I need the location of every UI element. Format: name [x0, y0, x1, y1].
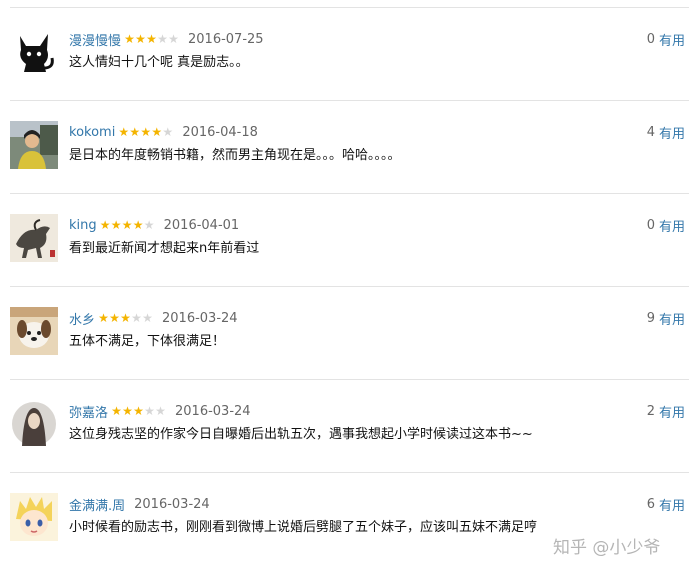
review-meta: 水乡 ★ ★ ★ ★ ★ 2016-03-24 — [69, 308, 238, 328]
useful-button[interactable]: 有用 — [659, 309, 685, 328]
useful-count: 4 — [646, 124, 655, 140]
review-date: 2016-04-01 — [163, 217, 240, 233]
review-content: 这人情妇十几个呢 真是励志。。 — [69, 55, 249, 70]
useful-vote: 9 有用 — [647, 308, 685, 328]
review-content: 五体不满足，下体很满足！ — [69, 334, 226, 349]
star-rating: ★ ★ ★ ★ ★ — [98, 312, 153, 324]
review-meta: 金满满.周 2016-03-24 — [69, 494, 210, 514]
useful-vote: 4 有用 — [647, 122, 685, 142]
review-date: 2016-03-24 — [134, 496, 210, 512]
useful-count: 6 — [646, 496, 655, 512]
review-meta: king ★ ★ ★ ★ ★ 2016-04-01 — [69, 215, 239, 235]
star-rating: ★ ★ ★ ★ ★ — [111, 405, 166, 417]
review-date: 2016-07-25 — [188, 31, 264, 47]
username-link[interactable]: 弥嘉洛 — [69, 402, 108, 421]
star-icon: ★ — [135, 32, 146, 46]
useful-button[interactable]: 有用 — [659, 402, 685, 421]
ink-horse-painting-avatar-icon — [10, 214, 58, 262]
review-content: 看到最近新闻才想起来n年前看过 — [69, 241, 260, 256]
star-icon: ★ — [140, 125, 152, 139]
useful-button[interactable]: 有用 — [659, 495, 685, 514]
avatar[interactable] — [10, 400, 58, 448]
useful-button[interactable]: 有用 — [659, 30, 685, 49]
avatar[interactable] — [10, 121, 58, 169]
review-item: king ★ ★ ★ ★ ★ 2016-04-01 看到最近新闻才想起来n年前看过 0 … — [10, 193, 689, 287]
star-icon: ★ — [110, 218, 122, 232]
review-meta: kokomi ★ ★ ★ ★ ★ 2016-04-18 — [69, 122, 258, 142]
review-item: 弥嘉洛 ★ ★ ★ ★ ★ 2016-03-24 这位身残志坚的作家今日自曝婚后出轨五次… — [10, 379, 689, 473]
star-icon: ★ — [132, 218, 144, 232]
star-icon: ★ — [98, 311, 109, 325]
star-icon: ★ — [129, 125, 141, 139]
star-icon: ★ — [142, 311, 153, 325]
cartoon-dog-avatar-icon — [10, 307, 58, 355]
anime-character-avatar-icon — [10, 493, 58, 541]
star-rating: ★ ★ ★ ★ ★ — [124, 33, 179, 45]
star-icon: ★ — [155, 404, 166, 418]
review-meta: 弥嘉洛 ★ ★ ★ ★ ★ 2016-03-24 — [69, 401, 251, 421]
review-date: 2016-04-18 — [182, 124, 258, 140]
star-icon: ★ — [120, 311, 131, 325]
review-content: 是日本的年度畅销书籍，然而男主角现在是。。。哈哈。。。。 — [69, 148, 401, 163]
black-cat-avatar-icon — [10, 28, 58, 76]
avatar[interactable] — [10, 214, 58, 262]
star-icon: ★ — [162, 125, 174, 139]
review-content: 这位身残志坚的作家今日自曝婚后出轨五次，遇事我想起小学时候读过这本书~~ — [69, 427, 533, 442]
portrait-avatar-icon — [10, 400, 58, 448]
username-link[interactable]: king — [69, 218, 97, 233]
useful-vote: 0 有用 — [647, 29, 685, 49]
star-icon: ★ — [124, 32, 135, 46]
review-item: 水乡 ★ ★ ★ ★ ★ 2016-03-24 五体不满足，下体很满足！ 9 有用 — [10, 286, 689, 380]
star-icon: ★ — [131, 311, 142, 325]
username-link[interactable]: 漫漫慢慢 — [69, 30, 121, 49]
review-content: 小时候看的励志书，刚刚看到微博上说婚后劈腿了五个妹子，应该叫五妹不满足哼 — [69, 520, 538, 535]
star-icon: ★ — [122, 404, 133, 418]
avatar[interactable] — [10, 28, 58, 76]
star-icon: ★ — [121, 218, 133, 232]
username-link[interactable]: 金满满.周 — [69, 495, 125, 514]
username-link[interactable]: kokomi — [69, 125, 115, 140]
useful-button[interactable]: 有用 — [659, 216, 685, 235]
star-rating: ★ ★ ★ ★ ★ — [100, 219, 155, 231]
star-icon: ★ — [99, 218, 111, 232]
avatar[interactable] — [10, 493, 58, 541]
star-icon: ★ — [118, 125, 130, 139]
star-icon: ★ — [109, 311, 120, 325]
avatar[interactable] — [10, 307, 58, 355]
useful-count: 0 — [646, 217, 655, 233]
review-date: 2016-03-24 — [175, 403, 251, 419]
star-icon: ★ — [168, 32, 179, 46]
useful-count: 0 — [646, 31, 655, 47]
review-meta: 漫漫慢慢 ★ ★ ★ ★ ★ 2016-07-25 — [69, 29, 264, 49]
star-icon: ★ — [133, 404, 144, 418]
username-link[interactable]: 水乡 — [69, 309, 95, 328]
useful-vote: 2 有用 — [647, 401, 685, 421]
useful-vote: 6 有用 — [647, 494, 685, 514]
star-rating: ★ ★ ★ ★ ★ — [118, 126, 173, 138]
useful-count: 9 — [646, 310, 655, 326]
star-icon: ★ — [157, 32, 168, 46]
useful-count: 2 — [646, 403, 655, 419]
review-date: 2016-03-24 — [162, 310, 238, 326]
star-icon: ★ — [146, 32, 157, 46]
review-item: kokomi ★ ★ ★ ★ ★ 2016-04-18 是日本的年度畅销书籍，然而男主角… — [10, 100, 689, 194]
useful-vote: 0 有用 — [647, 215, 685, 235]
useful-button[interactable]: 有用 — [659, 123, 685, 142]
star-icon: ★ — [143, 218, 155, 232]
star-icon: ★ — [144, 404, 155, 418]
review-item: 漫漫慢慢 ★ ★ ★ ★ ★ 2016-07-25 这人情妇十几个呢 真是励志。。 0 … — [10, 7, 689, 101]
star-icon: ★ — [111, 404, 122, 418]
zhihu-watermark: 知乎 @小少爷 — [553, 538, 661, 558]
person-photo-avatar-icon — [10, 121, 58, 169]
star-icon: ★ — [151, 125, 163, 139]
